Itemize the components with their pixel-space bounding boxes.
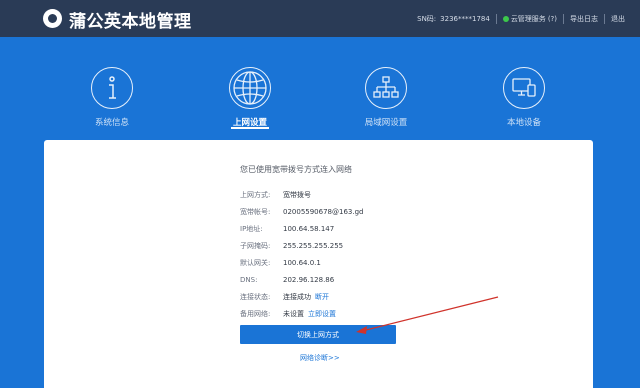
- content-panel: 您已使用宽带拨号方式连入网络 上网方式: 宽带拨号 宽带帐号: 02005590…: [44, 140, 593, 388]
- disconnect-link[interactable]: 断开: [315, 292, 329, 302]
- info-row-subnet: 子网掩码: 255.255.255.255: [240, 237, 363, 254]
- nav-item-system-info[interactable]: 系统信息: [72, 67, 152, 128]
- divider: [495, 13, 497, 24]
- field-value: 100.64.58.147: [283, 224, 335, 233]
- field-label: 连接状态:: [240, 292, 271, 301]
- info-row-account: 宽带帐号: 02005590678@163.gd: [240, 203, 363, 220]
- field-value: 202.96.128.86: [283, 275, 335, 284]
- nav-label: 局域网设置: [364, 118, 408, 128]
- network-diagnose-link[interactable]: 网络诊断>>: [300, 353, 340, 363]
- field-value: 02005590678@163.gd: [283, 207, 364, 216]
- field-value: 100.64.0.1: [283, 258, 321, 267]
- nav-item-lan-settings[interactable]: 局域网设置: [346, 67, 426, 128]
- switch-connection-mode-button[interactable]: 切换上网方式: [240, 325, 396, 344]
- nav-label: 系统信息: [94, 118, 129, 128]
- info-row-connection-type: 上网方式: 宽带拨号: [240, 186, 363, 203]
- divider: [563, 13, 564, 24]
- cloud-service-link[interactable]: 云管理服务 (?): [502, 14, 557, 24]
- main-nav: 系统信息 上网设置 局域网设置 本地设备: [0, 37, 640, 137]
- field-value: 宽带拨号: [283, 190, 311, 199]
- cloud-help-icon[interactable]: (?): [548, 15, 557, 23]
- nav-item-internet-settings[interactable]: 上网设置: [210, 67, 290, 128]
- sn-label: SN码:: [417, 14, 437, 23]
- logout-link[interactable]: 退出: [611, 14, 625, 24]
- network-tree-icon: [365, 67, 407, 109]
- field-value: 连接成功: [283, 292, 311, 301]
- dandelion-logo-icon: [43, 9, 62, 28]
- info-row-gateway: 默认网关: 100.64.0.1: [240, 254, 363, 271]
- connection-info-list: 上网方式: 宽带拨号 宽带帐号: 02005590678@163.gd IP地址…: [240, 186, 363, 322]
- nav-label: 本地设备: [506, 118, 541, 128]
- field-label: 备用网络:: [240, 309, 271, 318]
- field-label: IP地址:: [240, 224, 263, 233]
- nav-item-local-devices[interactable]: 本地设备: [484, 67, 564, 128]
- export-log-link[interactable]: 导出日志: [570, 14, 598, 24]
- active-tab-indicator: [231, 127, 269, 129]
- info-row-backup-network: 备用网络: 未设置 立即设置: [240, 305, 363, 322]
- connection-summary: 您已使用宽带拨号方式连入网络: [240, 165, 352, 174]
- field-label: 上网方式:: [240, 190, 271, 199]
- devices-icon: [503, 67, 545, 109]
- field-value: 未设置: [283, 309, 304, 318]
- globe-icon: [229, 67, 271, 109]
- top-bar: 蒲公英本地管理 SN码: 3236****1784 云管理服务 (?) 导出日志…: [0, 0, 640, 37]
- cloud-service-label: 云管理服务: [510, 14, 546, 23]
- sn-value: 3236****1784: [440, 14, 490, 23]
- top-right-menu: SN码: 3236****1784 云管理服务 (?) 导出日志 退出: [417, 0, 640, 37]
- field-label: 宽带帐号:: [240, 207, 271, 216]
- info-row-ip: IP地址: 100.64.58.147: [240, 220, 363, 237]
- info-icon: [91, 67, 133, 109]
- info-row-status: 连接状态: 连接成功 断开: [240, 288, 363, 305]
- field-value: 255.255.255.255: [283, 241, 344, 250]
- app-title: 蒲公英本地管理: [69, 12, 192, 32]
- divider: [604, 13, 605, 24]
- status-online-icon: [502, 15, 509, 22]
- field-label: 子网掩码:: [240, 241, 271, 250]
- setup-now-link[interactable]: 立即设置: [308, 309, 336, 319]
- info-row-dns: DNS: 202.96.128.86: [240, 271, 363, 288]
- field-label: 默认网关:: [240, 258, 271, 267]
- field-label: DNS:: [240, 275, 258, 284]
